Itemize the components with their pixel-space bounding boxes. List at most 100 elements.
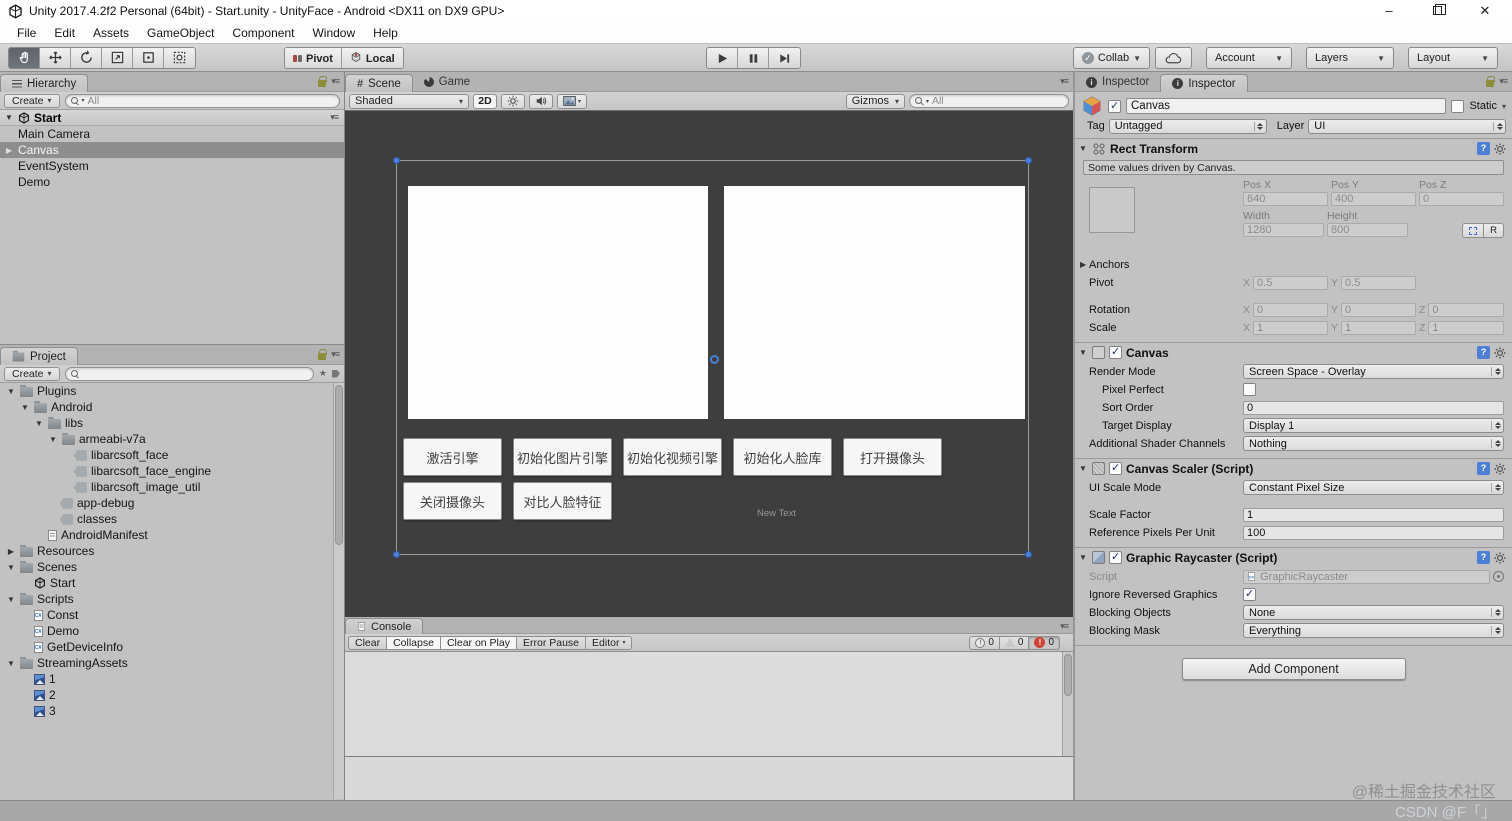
cloud-button[interactable]	[1155, 47, 1192, 69]
ui-button-item[interactable]: 打开摄像头	[843, 438, 942, 476]
close-button[interactable]: ✕	[1478, 3, 1492, 19]
tab-scene[interactable]: # Scene	[345, 74, 413, 92]
console-clear-on-play-button[interactable]: Clear on Play	[439, 635, 516, 650]
selection-handle-top-right[interactable]	[1025, 157, 1032, 164]
rect-transform-header[interactable]: ▼ Rect Transform ?	[1075, 139, 1512, 158]
project-item-androidmanifest[interactable]: AndroidManifest	[0, 527, 344, 543]
menu-window[interactable]: Window	[303, 24, 364, 42]
canvas-header[interactable]: ▼ Canvas ?	[1075, 343, 1512, 362]
blueprint-mode-button[interactable]	[1462, 223, 1483, 238]
graphic-raycaster-enabled-checkbox[interactable]	[1109, 550, 1122, 564]
project-item-libarcsoft-face[interactable]: libarcsoft_face	[0, 447, 344, 463]
blocking-objects-dropdown[interactable]: None	[1243, 605, 1504, 620]
project-item-3[interactable]: 3	[0, 703, 344, 719]
scale-z-field[interactable]: 1	[1428, 320, 1504, 335]
project-item-1[interactable]: 1	[0, 671, 344, 687]
gear-icon[interactable]	[1494, 347, 1506, 359]
anchor-preview-box[interactable]	[1089, 187, 1135, 233]
play-button[interactable]	[707, 48, 738, 68]
selection-handle-bottom-right[interactable]	[1025, 551, 1032, 558]
expand-arrow-icon[interactable]: ▼	[4, 113, 14, 122]
ui-button-item[interactable]: 初始化视频引擎	[623, 438, 722, 476]
pivot-y-field[interactable]: 0.5	[1341, 275, 1416, 290]
panel-menu-icon[interactable]: ▾≡	[331, 76, 340, 87]
project-item-2[interactable]: 2	[0, 687, 344, 703]
selection-handle-bottom-left[interactable]	[393, 551, 400, 558]
blocking-mask-dropdown[interactable]: Everything	[1243, 623, 1504, 638]
project-item-getdeviceinfo[interactable]: GetDeviceInfo	[0, 639, 344, 655]
console-error-pause-button[interactable]: Error Pause	[515, 635, 586, 650]
hierarchy-create-button[interactable]: Create ▾	[4, 93, 60, 108]
gear-icon[interactable]	[1494, 463, 1506, 475]
active-checkbox[interactable]	[1108, 99, 1121, 113]
ui-button-item[interactable]: 初始化人脸库	[733, 438, 832, 476]
tab-project[interactable]: Project	[0, 347, 78, 365]
canvas-scaler-header[interactable]: ▼ Canvas Scaler (Script) ?	[1075, 459, 1512, 478]
project-item-libarcsoft-face-engine[interactable]: libarcsoft_face_engine	[0, 463, 344, 479]
account-dropdown[interactable]: Account ▼	[1206, 47, 1292, 69]
project-item-scenes[interactable]: ▼ Scenes	[0, 559, 344, 575]
tab-console[interactable]: Console	[345, 618, 424, 634]
project-scrollbar[interactable]	[333, 383, 344, 799]
graphic-raycaster-header[interactable]: ▼ Graphic Raycaster (Script) ?	[1075, 548, 1512, 567]
2d-toggle-button[interactable]: 2D	[473, 93, 497, 109]
project-item-streamingassets[interactable]: ▼ StreamingAssets	[0, 655, 344, 671]
tag-dropdown[interactable]: Untagged	[1108, 118, 1267, 134]
width-field[interactable]: 1280	[1243, 223, 1324, 237]
static-dropdown-icon[interactable]: ▾	[1502, 102, 1506, 111]
expand-arrow-icon[interactable]: ▼	[48, 435, 58, 444]
gameobject-name-field[interactable]: Canvas	[1126, 98, 1447, 114]
tab-inspector[interactable]: i Inspector	[1160, 74, 1248, 92]
warning-count-toggle[interactable]: 0	[998, 635, 1029, 650]
sort-order-field[interactable]: 0	[1243, 400, 1504, 415]
expand-arrow-icon[interactable]: ▶	[6, 547, 16, 556]
collab-button[interactable]: ✓ Collab ▼	[1072, 47, 1150, 69]
scrollbar-thumb[interactable]	[335, 385, 343, 545]
ignore-reversed-checkbox[interactable]	[1243, 587, 1256, 601]
project-item-scripts[interactable]: ▼ Scripts	[0, 591, 344, 607]
shader-channels-dropdown[interactable]: Nothing	[1243, 436, 1504, 451]
rotate-tool-button[interactable]	[71, 47, 102, 68]
project-item-start[interactable]: Start	[0, 575, 344, 591]
pos-x-field[interactable]: 640	[1243, 192, 1328, 206]
anchors-row[interactable]: ▶ Anchors	[1075, 256, 1512, 273]
tab-hierarchy[interactable]: Hierarchy	[0, 74, 89, 92]
help-icon[interactable]: ?	[1477, 551, 1490, 564]
help-icon[interactable]: ?	[1477, 462, 1490, 475]
expand-arrow-icon[interactable]: ▼	[6, 595, 16, 604]
object-picker-icon[interactable]	[1493, 571, 1504, 582]
ui-button-item[interactable]: 初始化图片引擎	[513, 438, 612, 476]
lock-icon[interactable]	[318, 348, 328, 360]
scrollbar-thumb[interactable]	[1064, 654, 1072, 696]
raw-edit-mode-button[interactable]: R	[1483, 223, 1504, 238]
script-object-field[interactable]: GraphicRaycaster	[1243, 569, 1490, 584]
pos-y-field[interactable]: 400	[1331, 192, 1416, 206]
height-field[interactable]: 800	[1327, 223, 1408, 237]
canvas-scaler-enabled-checkbox[interactable]	[1109, 461, 1122, 475]
layers-dropdown[interactable]: Layers ▼	[1306, 47, 1394, 69]
ui-button-item[interactable]: 激活引擎	[403, 438, 502, 476]
menu-assets[interactable]: Assets	[84, 24, 138, 42]
expand-arrow-icon[interactable]: ▼	[34, 419, 44, 428]
project-item-android[interactable]: ▼ Android	[0, 399, 344, 415]
expand-arrow-icon[interactable]: ▼	[1079, 464, 1088, 473]
label-tag-icon[interactable]	[332, 369, 340, 378]
pos-z-field[interactable]: 0	[1419, 192, 1504, 206]
hierarchy-item-main-camera[interactable]: Main Camera	[0, 126, 344, 142]
step-button[interactable]	[769, 48, 800, 68]
hierarchy-item-canvas[interactable]: ▶ Canvas	[0, 142, 344, 158]
editor-dropdown-button[interactable]: Editor ▾	[585, 635, 633, 650]
console-clear-button[interactable]: Clear	[348, 635, 387, 650]
maximize-button[interactable]	[1430, 3, 1446, 19]
expand-arrow-icon[interactable]: ▼	[6, 563, 16, 572]
target-display-dropdown[interactable]: Display 1	[1243, 418, 1504, 433]
console-scrollbar[interactable]	[1062, 652, 1073, 756]
pixel-perfect-checkbox[interactable]	[1243, 383, 1256, 396]
menu-help[interactable]: Help	[364, 24, 407, 42]
reference-ppu-field[interactable]: 100	[1243, 525, 1504, 540]
scene-row-menu-icon[interactable]: ▾≡	[330, 112, 339, 123]
console-collapse-button[interactable]: Collapse	[386, 635, 440, 650]
rect-tool-button[interactable]	[133, 47, 164, 68]
rotation-x-field[interactable]: 0	[1253, 302, 1328, 317]
expand-arrow-icon[interactable]: ▼	[6, 659, 16, 668]
